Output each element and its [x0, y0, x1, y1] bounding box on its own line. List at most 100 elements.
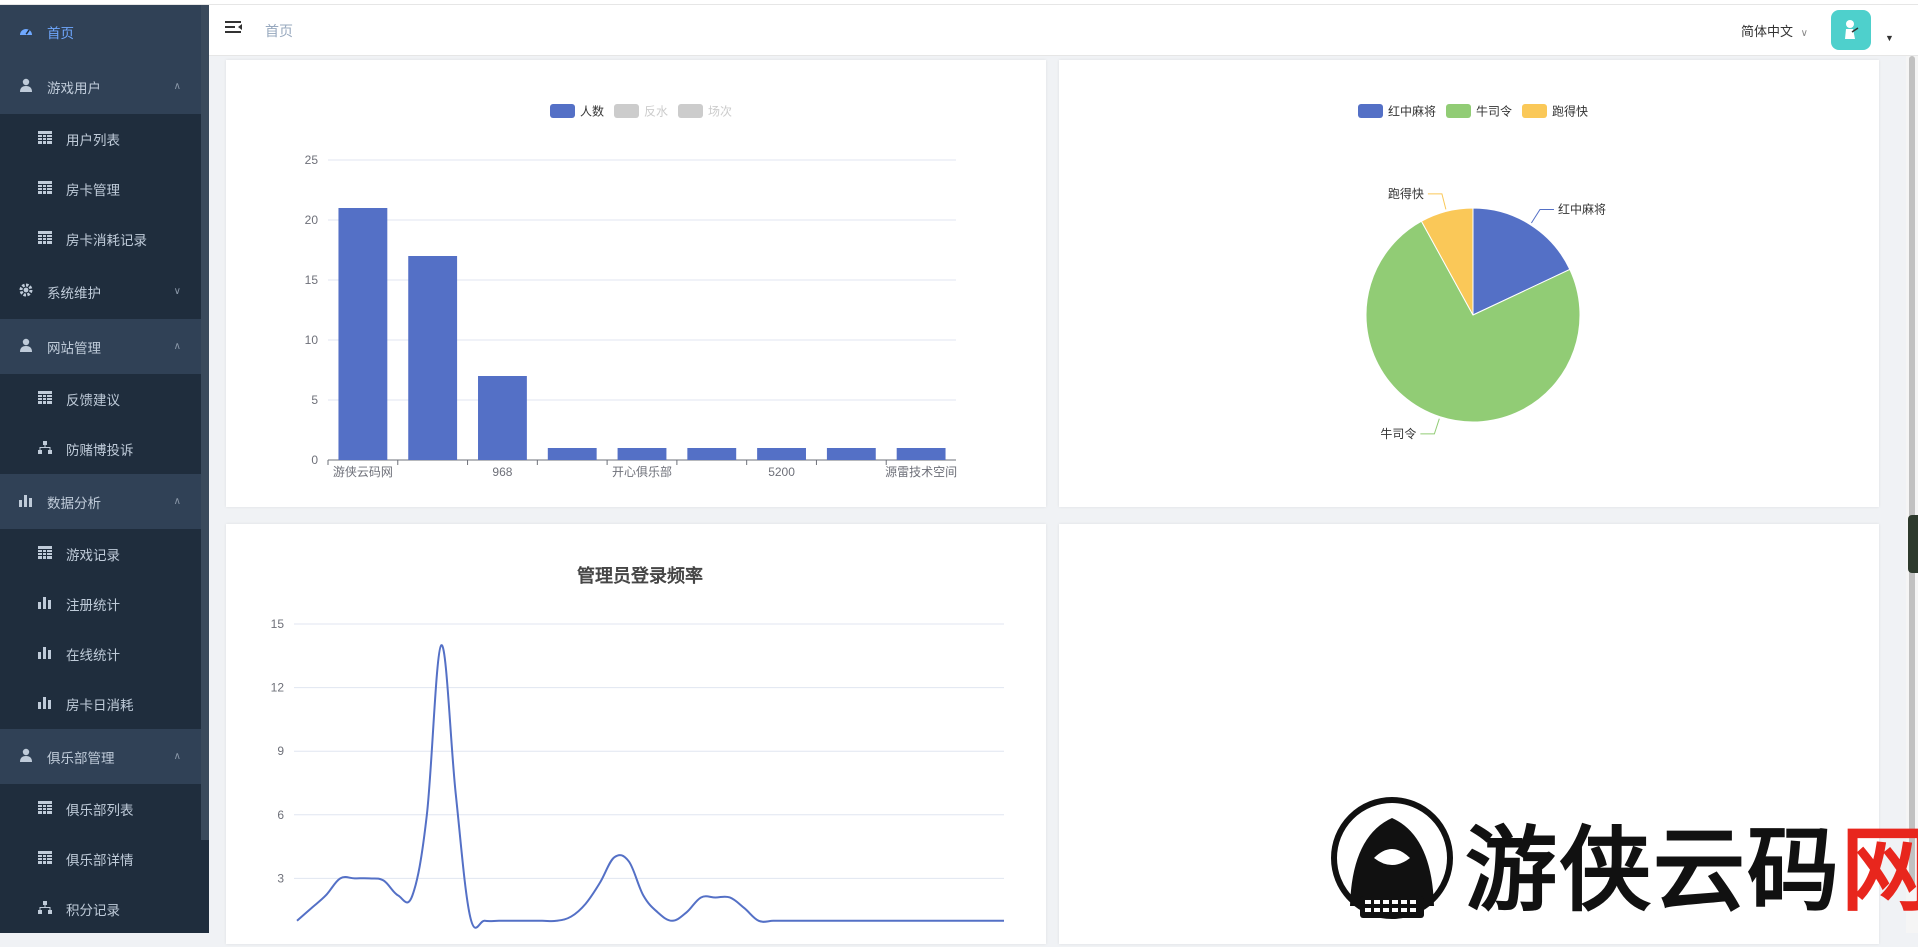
hooded-figure-icon — [1331, 797, 1453, 919]
bar[interactable] — [338, 208, 388, 460]
pie-leader-line — [1530, 208, 1554, 224]
legend-item-0[interactable]: 人数 — [580, 104, 604, 119]
line-chart: 管理员登录频率 3 6 9 12 15 — [271, 565, 1004, 929]
sidebar-item-label: 俱乐部详情 — [66, 853, 134, 868]
sidebar-item-label: 游戏用户 — [47, 80, 101, 96]
dashboard-icon — [17, 24, 35, 39]
y-tick-label: 15 — [271, 617, 285, 631]
gear-icon — [17, 283, 35, 300]
sidebar-item-5[interactable]: 系统维护 ∨ — [0, 264, 201, 319]
legend-item-1[interactable]: 反水 — [644, 105, 668, 119]
table-icon — [36, 131, 54, 147]
side-tool-tab[interactable] — [1908, 515, 1918, 573]
legend-item-2[interactable]: 跑得快 — [1552, 104, 1588, 119]
sidebar-item-6[interactable]: 网站管理 ∧ — [0, 319, 201, 374]
legend-item-2[interactable]: 场次 — [708, 105, 732, 119]
bar-chart: 人数 反水 场次 0 5 10 15 20 25 游侠云码网 968 开心俱乐部 5200 源雷技术空间 — [305, 104, 957, 480]
table-icon — [36, 391, 54, 407]
sidebar-item-7[interactable]: 反馈建议 — [0, 374, 201, 424]
sidebar-scrollbar[interactable] — [201, 0, 209, 840]
table-icon — [36, 801, 54, 817]
sidebar-item-12[interactable]: 在线统计 — [0, 629, 201, 679]
x-tick-label: 游侠云码网 — [333, 465, 393, 479]
breadcrumb[interactable]: 首页 — [265, 21, 293, 41]
sidebar-item-label: 俱乐部列表 — [66, 803, 134, 818]
bar[interactable] — [408, 256, 458, 460]
hamburger-icon[interactable] — [225, 19, 243, 37]
legend-item-0-swatch — [550, 104, 575, 118]
sidebar-item-label: 系统维护 — [47, 285, 101, 301]
bar-chart-icon — [36, 646, 54, 662]
sidebar-item-4[interactable]: 房卡消耗记录 — [0, 214, 201, 264]
sidebar-item-8[interactable]: 防赌博投诉 — [0, 424, 201, 474]
sidebar-item-9[interactable]: 数据分析 ∧ — [0, 474, 201, 529]
user-icon — [17, 338, 35, 355]
sidebar-item-0[interactable]: 首页 — [0, 4, 201, 59]
sidebar-item-11[interactable]: 注册统计 — [0, 579, 201, 629]
bar[interactable] — [478, 376, 527, 460]
x-tick-label: 5200 — [768, 465, 795, 479]
tree-icon — [36, 441, 54, 457]
sidebar-item-13[interactable]: 房卡日消耗 — [0, 679, 201, 729]
y-tick-label: 0 — [311, 453, 318, 467]
x-tick-label: 开心俱乐部 — [612, 464, 672, 479]
sidebar-item-label: 在线统计 — [66, 648, 120, 663]
avatar-caret-icon[interactable]: ▼ — [1885, 33, 1894, 43]
bar[interactable] — [826, 448, 876, 460]
sidebar-item-label: 反馈建议 — [66, 393, 120, 408]
y-tick-label: 20 — [305, 213, 319, 227]
bar[interactable] — [617, 448, 667, 460]
sidebar-item-15[interactable]: 俱乐部列表 — [0, 784, 201, 834]
sidebar-item-label: 房卡日消耗 — [66, 698, 134, 713]
sidebar-item-label: 网站管理 — [47, 340, 101, 356]
language-select[interactable]: 简体中文 ∨ — [1741, 21, 1808, 40]
legend-item-0[interactable]: 红中麻将 — [1388, 104, 1436, 119]
bar[interactable] — [687, 448, 737, 460]
chevron-up-icon: ∧ — [173, 496, 181, 507]
bar[interactable] — [757, 448, 806, 460]
sidebar-item-label: 俱乐部管理 — [47, 750, 115, 766]
sidebar-item-10[interactable]: 游戏记录 — [0, 529, 201, 579]
avatar[interactable] — [1831, 10, 1871, 50]
pie-chart-panel: 红中麻将 牛司令 跑得快 红中麻将 牛司令 跑得快 — [1059, 60, 1879, 507]
language-label: 简体中文 — [1741, 24, 1794, 39]
tree-icon — [36, 901, 54, 917]
sidebar-item-1[interactable]: 游戏用户 ∧ — [0, 59, 201, 114]
avatar-figure-icon — [1845, 20, 1859, 39]
y-tick-label: 6 — [277, 808, 284, 822]
watermark-text: 游侠云码网 — [1465, 820, 1918, 922]
y-tick-label: 3 — [277, 871, 284, 885]
chevron-up-icon: ∧ — [173, 751, 181, 762]
x-tick-label: 源雷技术空间 — [885, 465, 957, 479]
y-tick-label: 12 — [271, 681, 285, 695]
legend-item-0-swatch — [1358, 104, 1383, 118]
bar[interactable] — [547, 448, 597, 460]
sidebar-item-14[interactable]: 俱乐部管理 ∧ — [0, 729, 201, 784]
bar-chart-icon — [36, 596, 54, 612]
sidebar-item-3[interactable]: 房卡管理 — [0, 164, 201, 214]
sidebar-item-label: 积分记录 — [66, 903, 120, 918]
chart-title: 管理员登录频率 — [577, 565, 703, 586]
pie-label: 红中麻将 — [1558, 201, 1606, 216]
bar-chart-icon — [17, 494, 35, 510]
legend-item-2-swatch — [678, 104, 703, 118]
chevron-up-icon: ∧ — [173, 341, 181, 352]
top-navbar: 首页 简体中文 ∨ ▼ — [209, 5, 1918, 56]
table-icon — [36, 546, 54, 562]
legend-item-1-swatch — [1446, 104, 1471, 118]
bar-chart-panel: 人数 反水 场次 0 5 10 15 20 25 游侠云码网 968 开心俱乐部 5200 源雷技术空间 — [226, 60, 1046, 507]
legend-item-1[interactable]: 牛司令 — [1476, 104, 1512, 119]
bar[interactable] — [896, 448, 946, 460]
sidebar-item-16[interactable]: 俱乐部详情 — [0, 834, 201, 884]
y-tick-label: 9 — [277, 744, 284, 758]
sidebar-item-label: 注册统计 — [66, 598, 120, 613]
y-tick-label: 10 — [305, 333, 319, 347]
pie-label: 跑得快 — [1388, 186, 1424, 201]
y-tick-label: 15 — [305, 273, 319, 287]
pie-leader-line — [1427, 193, 1447, 210]
sidebar: 首页 游戏用户 ∧ 用户列表 房卡管理 房卡消耗记录 系统维护 ∨ 网站管理 ∧ 反馈建议 防赌博投诉… — [0, 0, 209, 933]
sidebar-item-2[interactable]: 用户列表 — [0, 114, 201, 164]
bar-chart-icon — [36, 696, 54, 712]
page-scrollbar-thumb[interactable] — [1909, 56, 1915, 886]
sidebar-item-17[interactable]: 积分记录 — [0, 884, 201, 933]
